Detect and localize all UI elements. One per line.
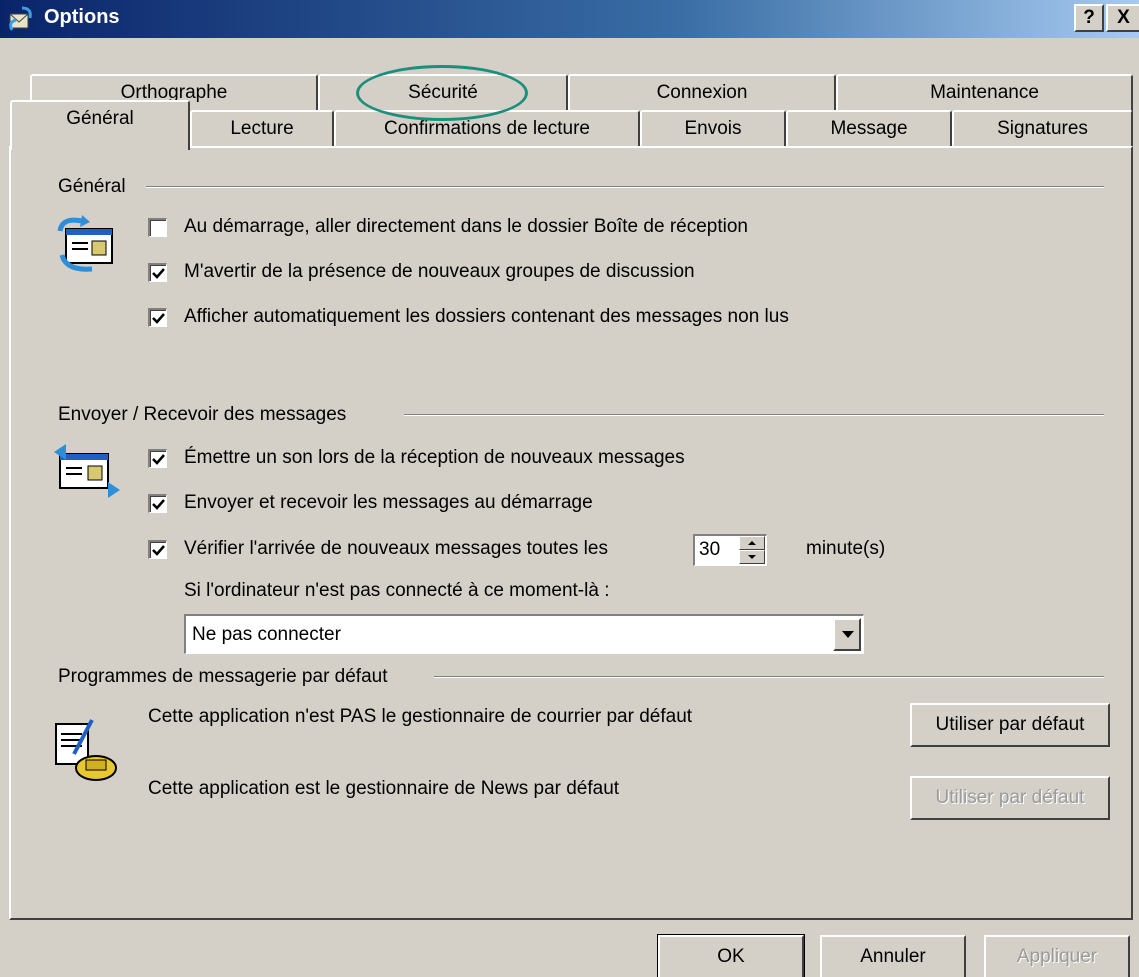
option-unread-folders-label: Afficher automatiquement les dossiers co… [184,306,789,327]
not-connected-select[interactable]: Ne pas connecter [184,614,864,654]
interval-value[interactable]: 30 [699,539,720,561]
default-program-icon [52,718,122,794]
checkbox-sound-new-mail[interactable] [148,449,167,468]
chevron-down-icon [842,631,854,638]
dropdown-arrow-button[interactable] [833,618,861,651]
ok-button[interactable]: OK [657,934,805,977]
divider [434,676,1104,678]
option-new-newsgroups-label: M'avertir de la présence de nouveaux gro… [184,261,695,282]
send-receive-icon [54,444,122,506]
section-default-programs-heading: Programmes de messagerie par défaut [58,666,388,688]
interval-unit-label: minute(s) [806,538,886,559]
interval-spinner[interactable]: 30 [693,534,767,566]
checkbox-check-interval[interactable] [148,540,167,559]
checkbox-unread-folders[interactable] [148,308,167,327]
checkbox-start-inbox[interactable] [148,218,167,237]
checkbox-new-newsgroups[interactable] [148,263,167,282]
apply-button[interactable]: Appliquer [984,935,1130,977]
options-dialog: Options ? X Orthographe Sécurité Connexi… [0,0,1139,977]
not-connected-label: Si l'ordinateur n'est pas connecté à ce … [184,580,610,601]
spinner-down-button[interactable] [739,550,765,564]
section-send-receive-heading: Envoyer / Recevoir des messages [58,404,347,426]
cancel-button[interactable]: Annuler [820,935,966,977]
divider [146,186,1104,188]
set-default-mail-button[interactable]: Utiliser par défaut [910,703,1110,747]
arrow-up-icon [748,541,756,545]
mail-sync-icon [52,215,124,279]
spinner-up-button[interactable] [739,536,765,550]
checkbox-send-receive-startup[interactable] [148,494,167,513]
divider [404,414,1104,416]
news-default-status: Cette application est le gestionnaire de… [148,778,620,799]
mail-default-status: Cette application n'est PAS le gestionna… [148,706,693,727]
option-sound-new-mail-label: Émettre un son lors de la réception de n… [184,447,685,468]
option-check-interval-label: Vérifier l'arrivée de nouveaux messages … [184,538,608,559]
select-value: Ne pas connecter [192,624,341,645]
set-default-news-button[interactable]: Utiliser par défaut [910,776,1110,820]
section-general-heading: Général [58,176,126,198]
arrow-down-icon [748,555,756,559]
option-start-inbox-label: Au démarrage, aller directement dans le … [184,216,748,237]
option-send-receive-startup-label: Envoyer et recevoir les messages au déma… [184,492,593,513]
